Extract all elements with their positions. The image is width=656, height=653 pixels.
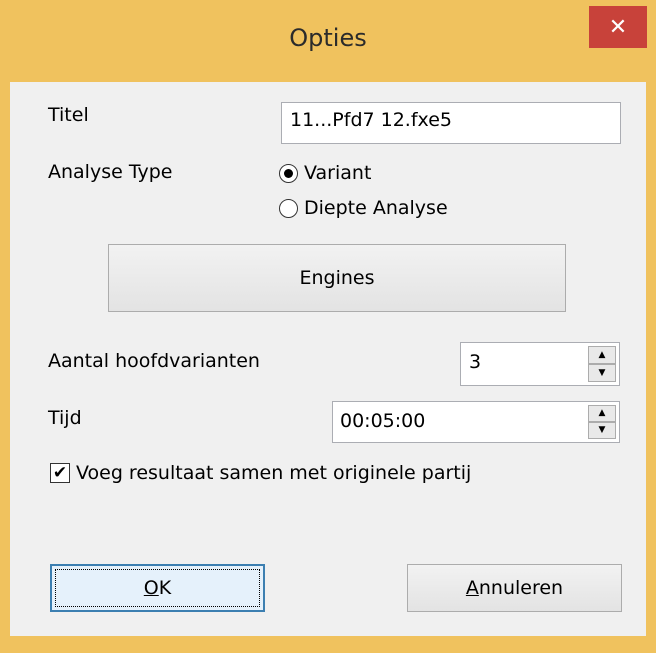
hoofdvarianten-value: 3 bbox=[469, 351, 482, 373]
cancel-button[interactable]: Annuleren bbox=[407, 564, 622, 612]
engines-button[interactable]: Engines bbox=[108, 244, 566, 312]
dialog-body: Titel 11...Pfd7 12.fxe5 Analyse Type Var… bbox=[10, 82, 646, 636]
spin-buttons: ▲ ▼ bbox=[588, 405, 616, 439]
close-icon: ✕ bbox=[608, 14, 628, 40]
spin-buttons: ▲ ▼ bbox=[588, 346, 616, 382]
titel-input[interactable]: 11...Pfd7 12.fxe5 bbox=[281, 102, 621, 144]
hoofdvarianten-stepper[interactable]: 3 ▲ ▼ bbox=[460, 342, 620, 386]
close-button[interactable]: ✕ bbox=[589, 6, 647, 48]
spin-down-icon[interactable]: ▼ bbox=[588, 422, 616, 439]
analyse-type-label: Analyse Type bbox=[48, 161, 173, 183]
tijd-label: Tijd bbox=[48, 407, 82, 429]
spin-up-icon[interactable]: ▲ bbox=[588, 346, 616, 364]
engines-button-label: Engines bbox=[299, 267, 375, 289]
spin-up-icon[interactable]: ▲ bbox=[588, 405, 616, 422]
merge-checkbox-label: Voeg resultaat samen met originele parti… bbox=[76, 462, 472, 484]
radio-variant-label: Variant bbox=[304, 162, 372, 184]
titel-label: Titel bbox=[48, 104, 89, 126]
title-bar[interactable]: Opties ✕ bbox=[0, 0, 656, 82]
radio-variant[interactable]: Variant bbox=[279, 162, 371, 184]
radio-unchecked-icon bbox=[279, 198, 298, 218]
window-title: Opties bbox=[289, 24, 367, 52]
radio-diepte-analyse[interactable]: Diepte Analyse bbox=[279, 197, 448, 219]
focus-rectangle bbox=[55, 569, 260, 607]
radio-diepte-label: Diepte Analyse bbox=[304, 197, 448, 219]
radio-checked-icon bbox=[279, 163, 298, 183]
spin-down-icon[interactable]: ▼ bbox=[588, 364, 616, 382]
checkmark-icon: ✔ bbox=[50, 463, 70, 483]
tijd-stepper[interactable]: 00:05:00 ▲ ▼ bbox=[332, 401, 620, 443]
options-dialog: Opties ✕ Titel 11...Pfd7 12.fxe5 Analyse… bbox=[0, 0, 656, 653]
tijd-value: 00:05:00 bbox=[340, 410, 426, 432]
hoofdvarianten-label: Aantal hoofdvarianten bbox=[48, 350, 260, 372]
cancel-button-label: Annuleren bbox=[465, 577, 564, 599]
merge-result-checkbox[interactable]: ✔ Voeg resultaat samen met originele par… bbox=[50, 462, 471, 484]
ok-button[interactable]: OK bbox=[50, 564, 265, 612]
